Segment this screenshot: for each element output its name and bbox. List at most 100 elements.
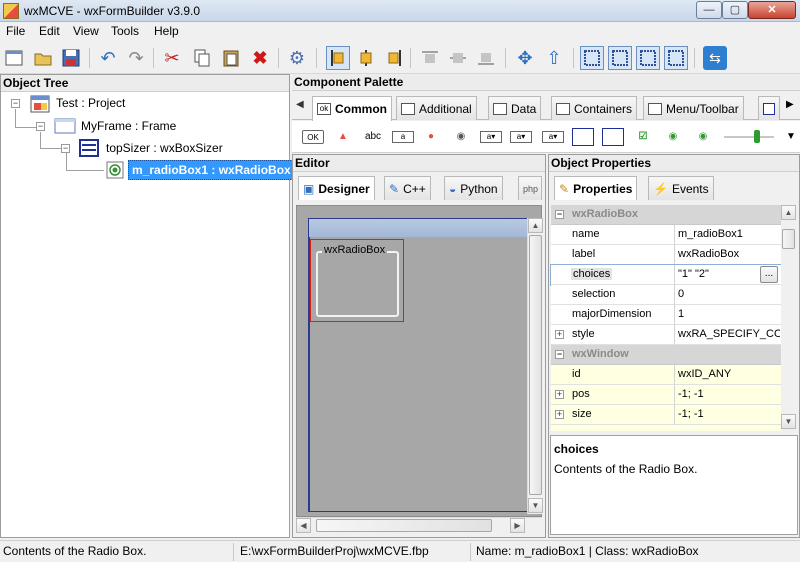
tree-node-frame[interactable]: MyFrame : Frame [81,119,176,133]
prop-row-majordimension[interactable]: majorDimension 1 [551,305,781,325]
border-right-icon[interactable] [608,46,632,70]
maximize-button[interactable]: ▢ [722,1,748,19]
tab-data[interactable]: Data [488,96,542,120]
palette-scroll-left-icon[interactable]: ◀ [296,99,304,110]
editor-vertical-scrollbar[interactable]: ▲ ▼ [527,218,543,514]
checkbox-widget-icon[interactable]: ☑ [632,128,654,146]
list-ctrl-widget-icon[interactable] [572,128,594,146]
static-bitmap-widget-icon[interactable]: ● [420,128,442,146]
scroll-left-icon[interactable]: ◀ [296,518,311,533]
align-right-icon[interactable] [382,46,406,70]
menu-edit[interactable]: Edit [39,24,60,38]
button-widget-icon[interactable]: OK [302,130,324,144]
pos-expand-icon[interactable]: + [555,390,564,399]
scroll-up-icon[interactable]: ▲ [528,218,543,233]
props-vscroll-thumb[interactable] [782,229,795,249]
choices-edit-button[interactable]: ... [760,266,778,283]
tab-additional[interactable]: Additional [396,96,477,120]
prop-value-selection[interactable]: 0 [678,288,780,300]
slider-widget-icon[interactable] [724,136,774,138]
prop-category-wxwindow[interactable]: − wxWindow [551,345,781,365]
tab-overflow[interactable] [758,96,780,120]
tree-expander-frame[interactable]: − [36,122,45,131]
style-expand-icon[interactable]: + [555,330,564,339]
tab-python[interactable]: ◒ Python [444,176,503,200]
prop-row-size[interactable]: + size -1; -1 [551,405,781,425]
undo-icon[interactable]: ↶ [96,46,120,70]
prop-category-wxradiobox[interactable]: − wxRadioBox [551,205,781,225]
prop-value-pos[interactable]: -1; -1 [678,388,780,400]
prop-row-label[interactable]: label wxRadioBox [551,245,781,265]
palette-more-icon[interactable]: ▼ [786,131,796,142]
radio-button-widget-icon[interactable]: ◉ [692,128,714,146]
choice-widget-icon[interactable]: a▾ [480,131,502,143]
checklist-widget-icon[interactable]: a▾ [542,131,564,143]
paste-icon[interactable] [219,46,243,70]
cut-icon[interactable]: ✂ [160,46,184,70]
prop-row-selection[interactable]: selection 0 [551,285,781,305]
tab-php[interactable]: php [518,176,542,200]
tab-designer[interactable]: ▣ Designer [298,176,375,200]
redo-icon[interactable]: ↷ [124,46,148,70]
align-center-v-icon[interactable] [446,46,470,70]
prop-value-label[interactable]: wxRadioBox [678,248,780,260]
menu-help[interactable]: Help [154,24,179,38]
prop-row-choices[interactable]: choices "1" "2" ... [550,264,782,286]
align-left-icon[interactable] [326,46,350,70]
prop-row-name[interactable]: name m_radioBox1 [551,225,781,245]
editor-horizontal-scrollbar[interactable]: ◀ ▶ [296,517,542,534]
tab-properties[interactable]: ✎ Properties [554,176,638,200]
menu-tools[interactable]: Tools [111,24,139,38]
scroll-down-icon[interactable]: ▼ [528,498,543,513]
menu-file[interactable]: File [6,24,25,38]
prop-row-style[interactable]: + style wxRA_SPECIFY_COLS [551,325,781,345]
tree-expander-sizer[interactable]: − [61,144,70,153]
list-box-widget-icon[interactable]: a▾ [510,131,532,143]
prop-row-id[interactable]: id wxID_ANY [551,365,781,385]
border-bottom-icon[interactable] [664,46,688,70]
new-project-icon[interactable] [2,46,26,70]
props-scroll-up-icon[interactable]: ▲ [781,205,796,220]
editor-vscroll-thumb[interactable] [529,235,542,495]
tab-containers[interactable]: Containers [551,96,638,120]
tab-events[interactable]: ⚡ Events [648,176,714,200]
expand-icon[interactable]: ✥ [513,46,537,70]
border-top-icon[interactable] [636,46,660,70]
tab-cpp[interactable]: ✎ C++ [384,176,431,200]
tab-common[interactable]: ok Common [312,96,392,121]
align-bottom-icon[interactable] [474,46,498,70]
props-scroll-down-icon[interactable]: ▼ [781,414,796,429]
prop-row-pos[interactable]: + pos -1; -1 [551,385,781,405]
prop-value-id[interactable]: wxID_ANY [678,368,780,380]
combo-box-widget-icon[interactable]: ◉ [450,128,472,146]
align-center-h-icon[interactable] [354,46,378,70]
tab-menu-toolbar[interactable]: Menu/Toolbar [643,96,744,120]
radio-box-widget-icon[interactable]: ◉ [662,128,684,146]
palette-scroll-right-icon[interactable]: ▶ [786,99,794,110]
editor-hscroll-thumb[interactable] [316,519,492,532]
generate-code-icon[interactable]: ⚙ [285,46,309,70]
align-top-icon[interactable] [418,46,442,70]
tree-node-sizer[interactable]: topSizer : wxBoxSizer [106,141,223,155]
delete-icon[interactable]: ✖ [248,46,272,70]
tree-expander-project[interactable]: − [11,99,20,108]
prop-value-majordimension[interactable]: 1 [678,308,780,320]
scroll-right-icon[interactable]: ▶ [510,518,525,533]
tree-node-project[interactable]: Test : Project [56,96,125,110]
toggle-orientation-icon[interactable]: ⇆ [703,46,727,70]
size-expand-icon[interactable]: + [555,410,564,419]
border-left-icon[interactable] [580,46,604,70]
category-collapse-icon[interactable]: − [555,210,564,219]
radiobox-preview[interactable] [316,251,399,317]
bitmap-button-widget-icon[interactable]: ▲ [332,128,354,146]
menu-view[interactable]: View [73,24,99,38]
tree-node-radiobox[interactable]: m_radioBox1 : wxRadioBox [128,160,295,180]
minimize-button[interactable]: — [696,1,722,19]
close-button[interactable]: ✕ [748,1,796,19]
static-text-widget-icon[interactable]: abc [362,128,384,146]
stretch-icon[interactable]: ⇧ [542,46,566,70]
prop-value-name[interactable]: m_radioBox1 [678,228,780,240]
properties-vertical-scrollbar[interactable]: ▲ ▼ [781,205,796,429]
open-project-icon[interactable] [31,46,55,70]
prop-value-size[interactable]: -1; -1 [678,408,780,420]
